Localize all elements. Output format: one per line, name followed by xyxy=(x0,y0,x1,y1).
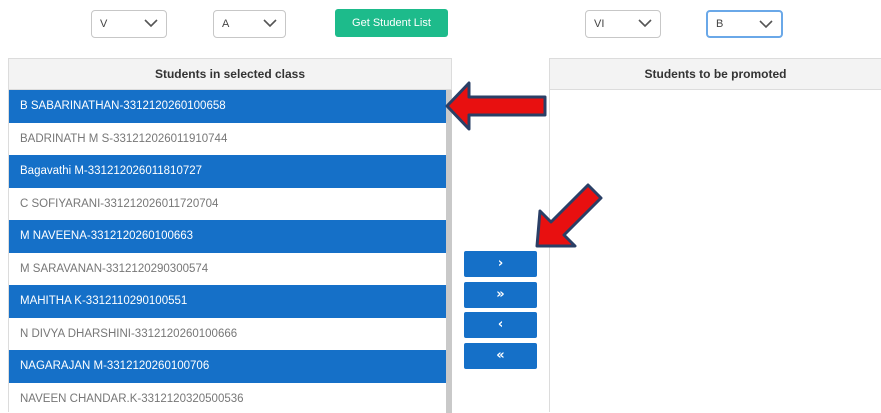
students-in-class-panel: Students in selected class B SABARINATHA… xyxy=(8,58,452,412)
to-standard-select[interactable]: VI xyxy=(585,10,661,38)
from-section-value: A xyxy=(222,18,229,30)
move-selected-button[interactable]: › xyxy=(464,251,537,277)
filter-bar: V A Get Student List VI B xyxy=(0,0,881,56)
promoted-student-list xyxy=(550,90,881,413)
to-section-value: B xyxy=(716,18,723,30)
from-standard-select[interactable]: V xyxy=(91,10,167,38)
to-section-select[interactable]: B xyxy=(706,10,783,38)
student-list-item[interactable]: M SARAVANAN-3312120290300574 xyxy=(9,253,446,286)
students-in-class-header: Students in selected class xyxy=(9,59,451,90)
student-list-item[interactable]: NAGARAJAN M-3312120260100706 xyxy=(9,350,446,383)
student-list-item[interactable]: Bagavathi M-331212026011810727 xyxy=(9,155,446,188)
student-list-item[interactable]: N DIVYA DHARSHINI-3312120260100666 xyxy=(9,318,446,351)
students-to-promote-panel: Students to be promoted xyxy=(549,58,881,412)
student-list-scrollbar[interactable] xyxy=(446,90,452,413)
student-list: B SABARINATHAN-3312120260100658BADRINATH… xyxy=(9,90,446,413)
remove-all-button[interactable]: « xyxy=(464,343,537,369)
chevron-down-icon xyxy=(638,18,652,28)
student-list-item[interactable]: B SABARINATHAN-3312120260100658 xyxy=(9,90,446,123)
chevron-down-icon xyxy=(263,18,277,28)
get-student-list-button[interactable]: Get Student List xyxy=(335,9,448,37)
student-list-item[interactable]: BADRINATH M S-331212026011910744 xyxy=(9,123,446,156)
move-all-button[interactable]: » xyxy=(464,282,537,308)
from-section-select[interactable]: A xyxy=(213,10,286,38)
chevron-down-icon xyxy=(759,19,773,29)
from-standard-value: V xyxy=(100,18,107,30)
remove-selected-button[interactable]: ‹ xyxy=(464,312,537,338)
students-to-promote-header: Students to be promoted xyxy=(550,59,881,90)
to-standard-value: VI xyxy=(594,18,604,30)
student-list-item[interactable]: C SOFIYARANI-331212026011720704 xyxy=(9,188,446,221)
annotation-arrow-left-icon xyxy=(447,83,545,129)
student-list-item[interactable]: M NAVEENA-3312120260100663 xyxy=(9,220,446,253)
student-list-item[interactable]: MAHITHA K-3312110290100551 xyxy=(9,285,446,318)
student-list-item[interactable]: NAVEEN CHANDAR.K-3312120320500536 xyxy=(9,383,446,413)
chevron-down-icon xyxy=(144,18,158,28)
